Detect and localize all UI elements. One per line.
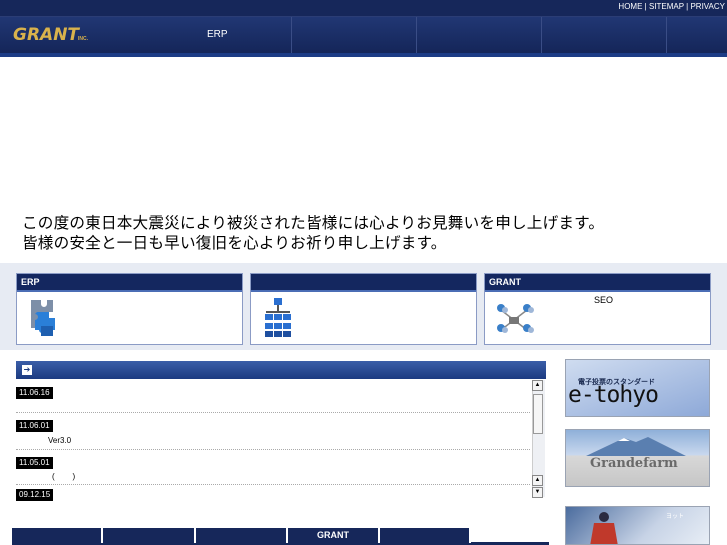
main-nav — [0, 16, 727, 54]
news-divider — [16, 449, 530, 450]
panel-title: GRANT — [485, 274, 710, 292]
news-date: 09.12.15 — [16, 489, 54, 501]
home-link[interactable]: HOME — [618, 2, 642, 11]
header-underline — [0, 53, 727, 57]
scroll-down-arrow-icon[interactable]: ▼ — [532, 487, 543, 498]
etohyo-banner[interactable]: 電子投票のスタンダード e-tohyo — [565, 359, 710, 417]
grandefarm-banner[interactable]: Grandefarm — [565, 429, 710, 487]
nav-item-4[interactable] — [542, 17, 666, 54]
condolence-message-line2: 皆様の安全と一日も早い復旧を心よりお祈り申し上げます。 — [22, 234, 447, 252]
bottom-tab-1[interactable] — [12, 528, 103, 543]
logo-suffix: INC. — [78, 36, 88, 42]
panel-erp[interactable]: ERP — [16, 273, 243, 345]
scroll-up-arrow-icon[interactable]: ▲ — [532, 380, 543, 391]
nav-item-3[interactable] — [417, 17, 541, 54]
scroll-thumb[interactable] — [533, 394, 543, 434]
mountain-icon — [586, 437, 686, 456]
privacy-link[interactable]: PRIVACY — [690, 2, 725, 11]
condolence-message-line1: この度の東日本大震災により被災された皆様には心よりお見舞いを申し上げます。 — [22, 214, 605, 232]
grant-logo[interactable]: GRANT — [13, 25, 79, 45]
news-date: 11.05.01 — [16, 457, 53, 469]
panel-system[interactable] — [250, 273, 477, 345]
bottom-tab-5[interactable] — [380, 528, 471, 543]
etohyo-logo: e-tohyo — [568, 382, 659, 408]
nav-item-2[interactable] — [292, 17, 416, 54]
scroll-up-arrow-icon[interactable]: ▲ — [532, 475, 543, 486]
news-text[interactable]: ( ) — [52, 472, 75, 481]
puzzle-icon — [31, 300, 55, 336]
bottom-tab-2[interactable] — [103, 528, 196, 543]
news-date: 11.06.16 — [16, 387, 53, 399]
sitemap-link[interactable]: SITEMAP — [649, 2, 684, 11]
news-text[interactable]: Ver3.0 — [48, 436, 71, 445]
nav-item-5[interactable] — [667, 17, 727, 54]
panel-title — [251, 274, 476, 292]
arrow-icon[interactable]: ➔ — [22, 365, 32, 375]
news-header — [16, 361, 546, 379]
sailing-banner[interactable]: ヨット — [565, 506, 710, 545]
network-diagram-icon — [265, 298, 291, 337]
news-divider — [16, 484, 530, 485]
news-divider — [16, 412, 530, 413]
banner-caption: ヨット — [666, 514, 685, 520]
sailor-icon — [590, 512, 618, 544]
people-network-icon — [497, 304, 534, 333]
panel-text: SEO — [594, 295, 614, 305]
panel-grant[interactable]: GRANT SEO — [484, 273, 711, 345]
utility-links: HOME | SITEMAP | PRIVACY — [618, 2, 725, 11]
panel-title: ERP — [17, 274, 242, 292]
nav-item-erp[interactable]: ERP — [207, 29, 228, 40]
grandefarm-logo: Grandefarm — [590, 456, 678, 471]
news-date: 11.06.01 — [16, 420, 53, 432]
bottom-tab-grant[interactable]: GRANT — [288, 528, 380, 543]
bottom-tab-3[interactable] — [196, 528, 288, 543]
